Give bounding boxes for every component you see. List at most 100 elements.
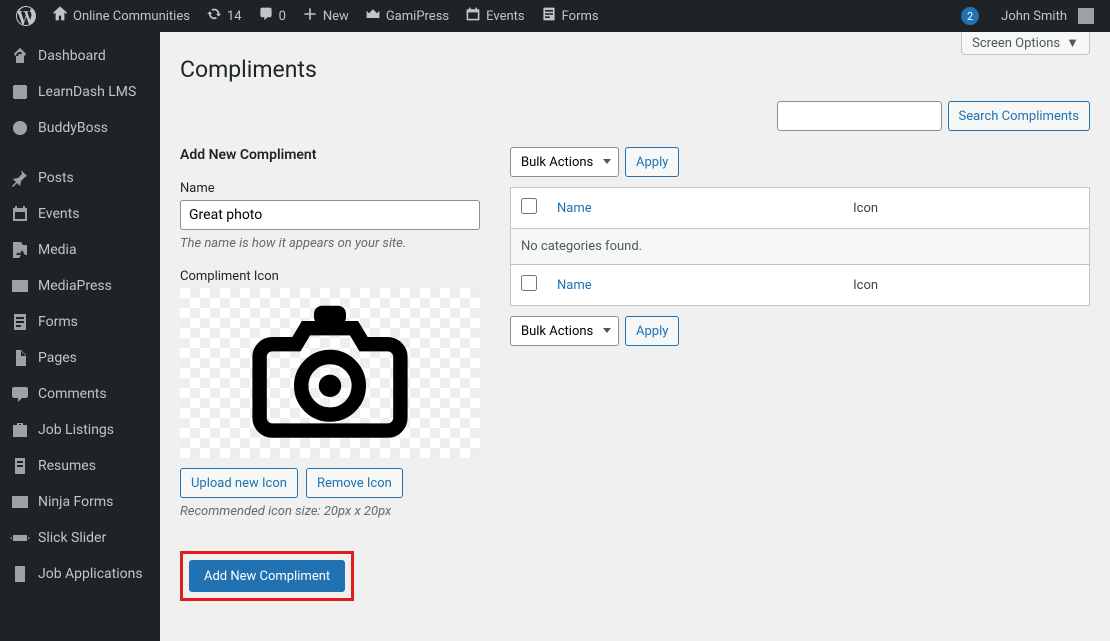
- col-icon-footer: Icon: [843, 265, 1089, 306]
- notifications[interactable]: 2: [953, 0, 993, 32]
- new-content-link[interactable]: New: [294, 0, 357, 32]
- comments-icon: [10, 384, 30, 404]
- col-icon-header: Icon: [843, 188, 1089, 229]
- name-label: Name: [180, 181, 480, 196]
- sidebar-label: BuddyBoss: [38, 120, 108, 136]
- sidebar-item-learndash[interactable]: LearnDash LMS: [0, 74, 160, 110]
- icon-size-description: Recommended icon size: 20px x 20px: [180, 504, 480, 519]
- sidebar-item-comments[interactable]: Comments: [0, 376, 160, 412]
- buddyboss-icon: [10, 118, 30, 138]
- updates-link[interactable]: 14: [198, 0, 250, 32]
- sidebar-item-dashboard[interactable]: Dashboard: [0, 38, 160, 74]
- sidebar-label: Events: [38, 206, 79, 222]
- col-name-header[interactable]: Name: [557, 201, 592, 216]
- sidebar-label: Ninja Forms: [38, 494, 113, 510]
- screen-options-label: Screen Options: [972, 36, 1060, 51]
- apply-button-bottom[interactable]: Apply: [625, 316, 679, 346]
- apps-icon: [10, 564, 30, 584]
- wordpress-icon: [16, 6, 36, 26]
- bulk-actions-select-bottom[interactable]: Bulk Actions: [510, 316, 619, 346]
- sidebar-item-ninjaforms[interactable]: Ninja Forms: [0, 484, 160, 520]
- select-all-bottom[interactable]: [521, 275, 537, 291]
- sidebar-item-posts[interactable]: Posts: [0, 160, 160, 196]
- screen-options-toggle[interactable]: Screen Options ▼: [961, 32, 1090, 55]
- comment-icon: [258, 6, 274, 26]
- bulk-actions-select-top[interactable]: Bulk Actions: [510, 147, 619, 177]
- wp-logo[interactable]: [8, 0, 44, 32]
- sidebar-item-events[interactable]: Events: [0, 196, 160, 232]
- comments-link[interactable]: 0: [250, 0, 294, 32]
- events-label: Events: [486, 9, 524, 24]
- mediapress-icon: [10, 276, 30, 296]
- site-link[interactable]: Online Communities: [44, 0, 198, 32]
- notif-count: 2: [961, 7, 979, 25]
- gamipress-label: GamiPress: [386, 9, 449, 24]
- remove-icon-button[interactable]: Remove Icon: [306, 468, 403, 498]
- sidebar-label: Pages: [38, 350, 77, 366]
- calendar-icon: [10, 204, 30, 224]
- sidebar-item-forms[interactable]: Forms: [0, 304, 160, 340]
- sidebar-label: Slick Slider: [38, 530, 106, 546]
- sidebar-label: LearnDash LMS: [38, 84, 136, 100]
- comments-count: 0: [279, 9, 286, 24]
- sidebar-label: MediaPress: [38, 278, 112, 294]
- col-name-footer[interactable]: Name: [557, 278, 592, 293]
- avatar: [1078, 8, 1094, 24]
- forms-link[interactable]: Forms: [533, 0, 607, 32]
- crown-icon: [365, 6, 381, 26]
- sidebar-label: Media: [38, 242, 77, 258]
- sidebar-item-buddyboss[interactable]: BuddyBoss: [0, 110, 160, 146]
- learndash-icon: [10, 82, 30, 102]
- add-compliment-button[interactable]: Add New Compliment: [189, 560, 345, 592]
- updates-count: 14: [227, 9, 242, 24]
- resume-icon: [10, 456, 30, 476]
- sidebar-label: Comments: [38, 386, 107, 402]
- ninja-icon: [10, 492, 30, 512]
- name-input[interactable]: [180, 200, 480, 230]
- forms-label: Forms: [562, 9, 599, 24]
- upload-icon-button[interactable]: Upload new Icon: [180, 468, 298, 498]
- plus-icon: [302, 6, 318, 26]
- form-icon: [541, 6, 557, 26]
- icon-label: Compliment Icon: [180, 269, 480, 284]
- sidebar-item-slickslider[interactable]: Slick Slider: [0, 520, 160, 556]
- media-icon: [10, 240, 30, 260]
- apply-button-top[interactable]: Apply: [625, 147, 679, 177]
- admin-sidebar: Dashboard LearnDash LMS BuddyBoss Posts …: [0, 32, 160, 641]
- page-title: Compliments: [180, 56, 1090, 83]
- sidebar-item-jobapplications[interactable]: Job Applications: [0, 556, 160, 592]
- sidebar-label: Forms: [38, 314, 78, 330]
- sidebar-item-pages[interactable]: Pages: [0, 340, 160, 376]
- admin-topbar: Online Communities 14 0 New GamiPress Ev…: [0, 0, 1110, 32]
- sidebar-item-mediapress[interactable]: MediaPress: [0, 268, 160, 304]
- slider-icon: [10, 528, 30, 548]
- icon-preview: [180, 288, 480, 458]
- submit-highlight-box: Add New Compliment: [180, 551, 354, 601]
- forms-icon: [10, 312, 30, 332]
- sidebar-label: Job Listings: [38, 422, 114, 438]
- sidebar-item-media[interactable]: Media: [0, 232, 160, 268]
- user-name: John Smith: [1001, 9, 1067, 24]
- my-account[interactable]: John Smith: [993, 0, 1102, 32]
- select-all-top[interactable]: [521, 198, 537, 214]
- search-input[interactable]: [777, 101, 942, 131]
- page-icon: [10, 348, 30, 368]
- compliments-table: Name Icon No categories found. Name Icon: [510, 187, 1090, 306]
- dashboard-icon: [10, 46, 30, 66]
- site-name: Online Communities: [73, 9, 190, 24]
- sidebar-label: Job Applications: [38, 566, 143, 582]
- sidebar-label: Resumes: [38, 458, 96, 474]
- chevron-down-icon: ▼: [1066, 35, 1079, 51]
- briefcase-icon: [10, 420, 30, 440]
- pin-icon: [10, 168, 30, 188]
- gamipress-link[interactable]: GamiPress: [357, 0, 457, 32]
- events-link[interactable]: Events: [457, 0, 532, 32]
- sidebar-item-joblistings[interactable]: Job Listings: [0, 412, 160, 448]
- sidebar-item-resumes[interactable]: Resumes: [0, 448, 160, 484]
- name-description: The name is how it appears on your site.: [180, 236, 480, 251]
- calendar-icon: [465, 6, 481, 26]
- form-heading: Add New Compliment: [180, 147, 480, 163]
- empty-row: No categories found.: [511, 229, 1090, 265]
- sidebar-label: Dashboard: [38, 48, 106, 64]
- search-button[interactable]: Search Compliments: [948, 101, 1091, 131]
